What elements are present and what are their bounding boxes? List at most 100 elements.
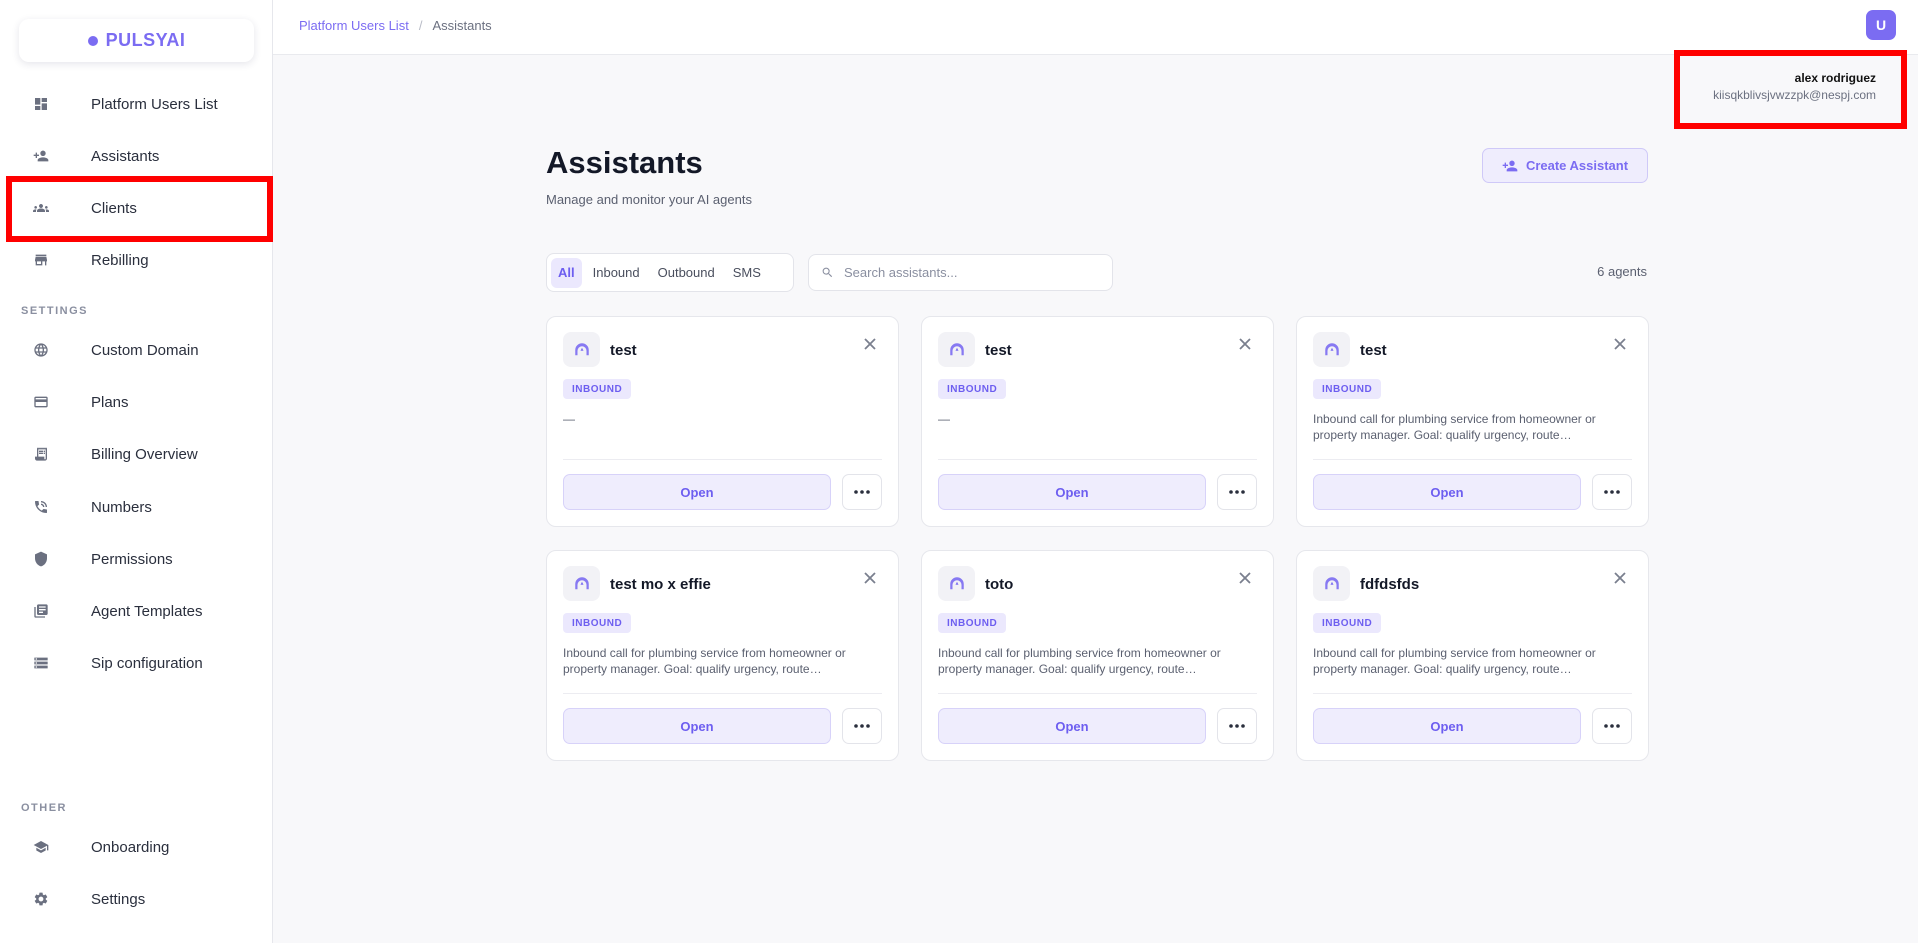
- other-section-label: OTHER: [21, 802, 67, 814]
- more-options-button[interactable]: [1217, 708, 1257, 744]
- more-options-button[interactable]: [1592, 708, 1632, 744]
- more-horizontal-icon: [1229, 724, 1245, 728]
- close-icon[interactable]: [1237, 570, 1253, 586]
- more-options-button[interactable]: [1592, 474, 1632, 510]
- assistant-card[interactable]: fdfdsfds INBOUND Inbound call for plumbi…: [1296, 550, 1649, 761]
- assistant-title: test: [985, 342, 1012, 359]
- sidebar-item-numbers[interactable]: Numbers: [0, 487, 273, 527]
- close-icon[interactable]: [1237, 336, 1253, 352]
- open-button[interactable]: Open: [563, 474, 831, 510]
- filter-tab-all[interactable]: All: [551, 257, 582, 288]
- assistant-description: —: [938, 411, 1258, 427]
- avatar[interactable]: U: [1866, 10, 1896, 40]
- agent-count: 6 agents: [1597, 264, 1647, 279]
- sidebar-item-custom-domain[interactable]: Custom Domain: [0, 330, 273, 370]
- assistant-description-line: —: [563, 412, 575, 426]
- assistant-card[interactable]: test mo x effie INBOUND Inbound call for…: [546, 550, 899, 761]
- more-options-button[interactable]: [842, 708, 882, 744]
- create-assistant-label: Create Assistant: [1525, 158, 1629, 173]
- open-button[interactable]: Open: [938, 474, 1206, 510]
- sidebar-item-onboarding[interactable]: Onboarding: [0, 827, 273, 867]
- sidebar-item-rebilling[interactable]: Rebilling: [0, 240, 273, 280]
- sidebar-item-label: Permissions: [91, 550, 173, 568]
- sidebar-item-label: Assistants: [91, 147, 160, 165]
- sidebar-item-billing-overview[interactable]: Billing Overview: [0, 434, 273, 474]
- filter-tab-inbound[interactable]: Inbound: [586, 258, 647, 288]
- close-icon[interactable]: [1612, 336, 1628, 352]
- status-badge: INBOUND: [1313, 613, 1382, 633]
- filter-tab-sms[interactable]: SMS: [726, 258, 768, 288]
- sidebar-item-plans[interactable]: Plans: [0, 382, 273, 422]
- phone-icon: [33, 499, 49, 515]
- assistant-title: toto: [985, 576, 1014, 593]
- card-divider: [1313, 459, 1632, 460]
- assistant-card[interactable]: toto INBOUND Inbound call for plumbing s…: [921, 550, 1274, 761]
- filter-tabs: All Inbound Outbound SMS: [546, 253, 794, 292]
- open-button[interactable]: Open: [1313, 474, 1581, 510]
- close-icon[interactable]: [1612, 570, 1628, 586]
- more-options-button[interactable]: [842, 474, 882, 510]
- sidebar-item-assistants[interactable]: Assistants: [0, 136, 273, 176]
- open-button[interactable]: Open: [938, 708, 1206, 744]
- sidebar-item-label: Billing Overview: [91, 445, 198, 463]
- assistant-description-line: Inbound call for plumbing service from h…: [1313, 412, 1596, 426]
- sidebar-item-label: Platform Users List: [91, 95, 218, 113]
- card-divider: [1313, 693, 1632, 694]
- close-icon[interactable]: [862, 336, 878, 352]
- assistant-description: Inbound call for plumbing service from h…: [938, 645, 1258, 677]
- page-title: Assistants: [546, 145, 703, 180]
- assistant-card[interactable]: test INBOUND — Open: [546, 316, 899, 527]
- sidebar-item-permissions[interactable]: Permissions: [0, 539, 273, 579]
- sidebar-item-platform-users-list[interactable]: Platform Users List: [0, 84, 273, 124]
- more-horizontal-icon: [1229, 490, 1245, 494]
- clients-highlight-box: [6, 176, 273, 242]
- assistant-description-line: Inbound call for plumbing service from h…: [1313, 646, 1596, 660]
- card-divider: [938, 459, 1257, 460]
- sidebar-item-label: Plans: [91, 393, 129, 411]
- sidebar-item-sip-configuration[interactable]: Sip configuration: [0, 643, 273, 683]
- sidebar-item-settings[interactable]: Settings: [0, 879, 273, 919]
- assistant-description-line: property manager. Goal: qualify urgency,…: [563, 662, 822, 676]
- status-badge: INBOUND: [563, 613, 632, 633]
- assistant-title: test: [1360, 342, 1387, 359]
- open-button[interactable]: Open: [1313, 708, 1581, 744]
- assistant-card[interactable]: test INBOUND — Open: [921, 316, 1274, 527]
- breadcrumb-separator: /: [418, 18, 423, 33]
- close-icon[interactable]: [862, 570, 878, 586]
- assistant-card[interactable]: test INBOUND Inbound call for plumbing s…: [1296, 316, 1649, 527]
- status-badge: INBOUND: [938, 613, 1007, 633]
- status-badge: INBOUND: [938, 379, 1007, 399]
- breadcrumb-link-platform-users[interactable]: Platform Users List: [299, 18, 409, 33]
- create-assistant-button[interactable]: Create Assistant: [1482, 148, 1648, 183]
- sidebar-item-label: Agent Templates: [91, 602, 203, 620]
- storage-icon: [33, 655, 49, 671]
- sidebar: PULSYAI Platform Users List Assistants C…: [0, 0, 273, 943]
- store-icon: [33, 252, 49, 268]
- assistant-avatar-icon: [563, 566, 600, 601]
- sidebar-item-label: Onboarding: [91, 838, 170, 856]
- assistant-description-line: property manager. Goal: qualify urgency,…: [1313, 428, 1572, 442]
- user-highlight-box: [1674, 50, 1907, 129]
- open-button[interactable]: Open: [563, 708, 831, 744]
- page-subtitle: Manage and monitor your AI agents: [546, 192, 752, 207]
- filter-tab-outbound[interactable]: Outbound: [651, 258, 722, 288]
- breadcrumb: Platform Users List / Assistants: [299, 18, 492, 33]
- more-horizontal-icon: [1604, 490, 1620, 494]
- more-horizontal-icon: [1604, 724, 1620, 728]
- assistant-avatar-icon: [1313, 566, 1350, 601]
- brand-logo[interactable]: PULSYAI: [19, 19, 254, 62]
- settings-section-label: SETTINGS: [21, 305, 89, 317]
- assistant-title: test: [610, 342, 637, 359]
- shield-icon: [33, 551, 49, 567]
- sidebar-item-agent-templates[interactable]: Agent Templates: [0, 591, 273, 631]
- logo-dot-icon: [87, 35, 98, 46]
- assistant-description-line: —: [938, 412, 950, 426]
- sidebar-item-label: Numbers: [91, 498, 152, 516]
- more-horizontal-icon: [854, 724, 870, 728]
- more-options-button[interactable]: [1217, 474, 1257, 510]
- card-divider: [938, 693, 1257, 694]
- search-input[interactable]: [844, 265, 1104, 280]
- school-icon: [33, 839, 49, 855]
- assistant-avatar-icon: [563, 332, 600, 367]
- assistant-description-line: property manager. Goal: qualify urgency,…: [938, 662, 1197, 676]
